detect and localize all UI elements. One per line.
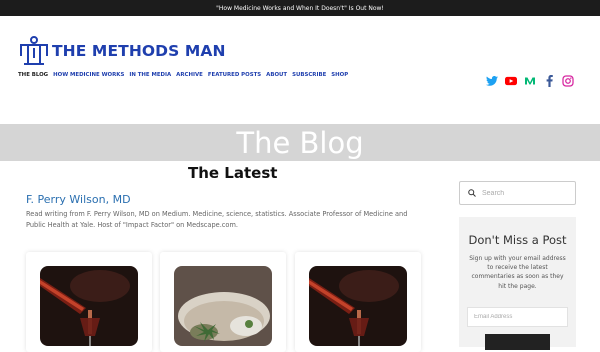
section-heading: The Latest bbox=[188, 164, 278, 182]
nav-item-in-the-media[interactable]: IN THE MEDIA bbox=[129, 72, 171, 78]
search-icon bbox=[468, 189, 476, 197]
hero-title: The Blog bbox=[236, 126, 364, 160]
nav-item-how-medicine-works[interactable]: HOW MEDICINE WORKS bbox=[53, 72, 124, 78]
author-description: Read writing from F. Perry Wilson, MD on… bbox=[26, 210, 408, 229]
signup-button[interactable] bbox=[485, 334, 550, 350]
email-field[interactable] bbox=[467, 307, 568, 327]
search-input[interactable] bbox=[482, 189, 572, 197]
post-card[interactable] bbox=[295, 252, 421, 352]
site-logo[interactable]: THE METHODS MAN bbox=[18, 36, 226, 66]
instagram-icon[interactable] bbox=[562, 75, 574, 87]
post-card[interactable] bbox=[26, 252, 152, 352]
post-thumbnail[interactable] bbox=[40, 266, 138, 346]
methods-man-logo-icon bbox=[20, 36, 48, 65]
post-card[interactable] bbox=[160, 252, 286, 352]
newsletter-title: Don't Miss a Post bbox=[468, 233, 567, 247]
newsletter-signup: Don't Miss a Post Sign up with your emai… bbox=[459, 217, 576, 350]
nav-item-archive[interactable]: ARCHIVE bbox=[176, 72, 203, 78]
nav-item-featured-posts[interactable]: FEATURED POSTS bbox=[208, 72, 261, 78]
newsletter-description: Sign up with your email address to recei… bbox=[469, 255, 566, 290]
nav-item-about[interactable]: ABOUT bbox=[266, 72, 287, 78]
brand-name: THE METHODS MAN bbox=[52, 42, 226, 60]
post-thumbnail[interactable] bbox=[309, 266, 407, 346]
main-nav: THE BLOG HOW MEDICINE WORKS IN THE MEDIA… bbox=[18, 72, 348, 78]
nav-item-the-blog[interactable]: THE BLOG bbox=[18, 72, 48, 78]
nav-item-subscribe[interactable]: SUBSCRIBE bbox=[292, 72, 326, 78]
social-links bbox=[486, 75, 574, 87]
nav-item-shop[interactable]: SHOP bbox=[331, 72, 348, 78]
youtube-icon[interactable] bbox=[505, 75, 517, 87]
search-box[interactable] bbox=[459, 181, 576, 205]
medium-icon[interactable] bbox=[524, 75, 536, 87]
twitter-icon[interactable] bbox=[486, 75, 498, 87]
facebook-icon[interactable] bbox=[543, 75, 555, 87]
post-thumbnail[interactable] bbox=[174, 266, 272, 346]
announcement-bar[interactable]: "How Medicine Works and When It Doesn't"… bbox=[0, 0, 600, 16]
announcement-text[interactable]: "How Medicine Works and When It Doesn't"… bbox=[216, 5, 384, 12]
author-link[interactable]: F. Perry Wilson, MD bbox=[26, 193, 131, 206]
